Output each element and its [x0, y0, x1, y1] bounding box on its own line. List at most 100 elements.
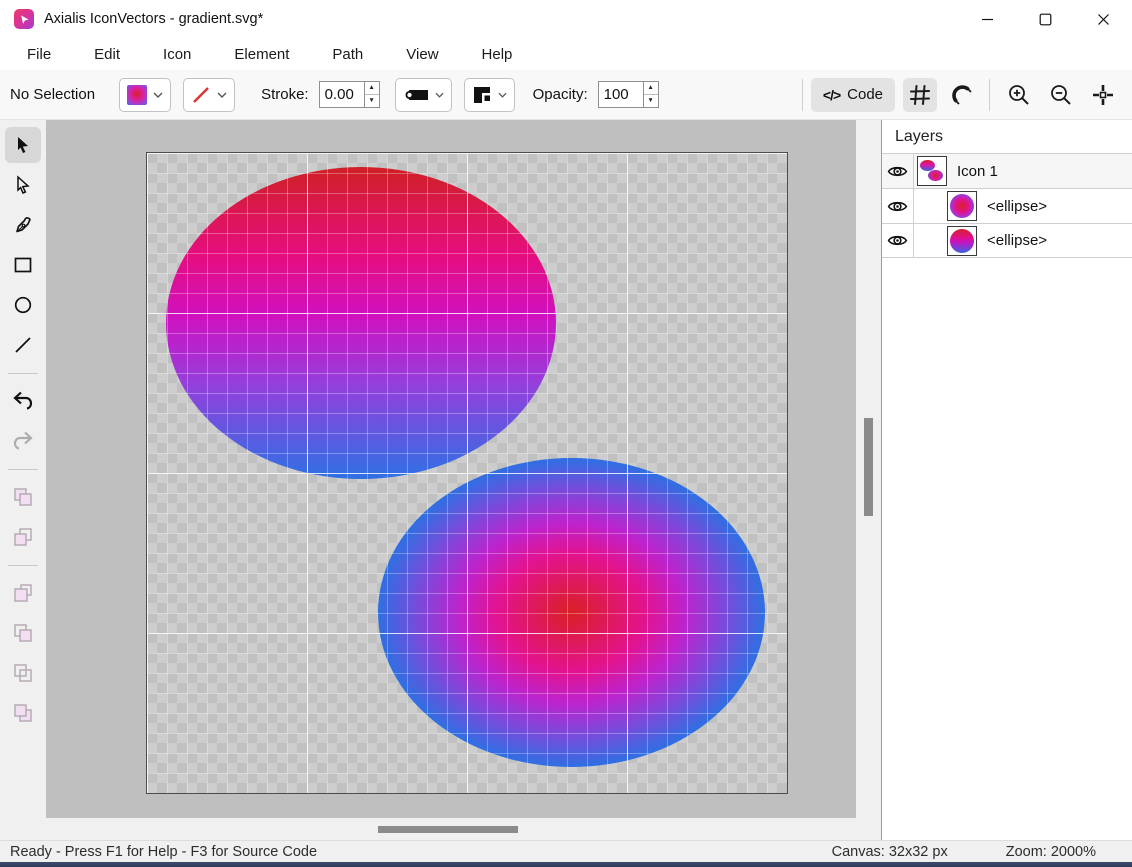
select-arrow-icon [13, 135, 33, 155]
title-bar: Axialis IconVectors - gradient.svg* [0, 0, 1132, 38]
chevron-down-icon [498, 92, 507, 98]
tool-pen-button[interactable] [5, 207, 41, 243]
pen-icon [13, 215, 33, 235]
undo-button[interactable] [5, 383, 41, 419]
group-button[interactable] [5, 479, 41, 515]
bring-forward-button[interactable] [5, 615, 41, 651]
visibility-toggle[interactable] [882, 196, 913, 217]
menu-file[interactable]: File [12, 41, 66, 68]
status-zoom-level: Zoom: 2000% [1006, 844, 1096, 860]
close-button[interactable] [1074, 0, 1132, 38]
tool-direct-select-button[interactable] [5, 167, 41, 203]
redo-button[interactable] [5, 423, 41, 459]
ungroup-icon [12, 526, 34, 548]
palette-separator [8, 565, 38, 566]
stroke-width-up-icon[interactable]: ▲ [365, 82, 379, 95]
menu-icon[interactable]: Icon [148, 41, 206, 68]
opacity-up-icon[interactable]: ▲ [644, 82, 658, 95]
zoom-out-button[interactable] [1046, 78, 1076, 112]
horizontal-scrollbar-thumb[interactable] [378, 826, 518, 833]
visibility-toggle[interactable] [882, 161, 913, 182]
eye-icon [887, 196, 908, 217]
tool-ellipse-button[interactable] [5, 287, 41, 323]
tool-palette [0, 120, 46, 840]
line-cap-icon [403, 86, 429, 104]
vertical-scrollbar[interactable] [856, 120, 881, 818]
line-join-icon [472, 85, 492, 105]
magnet-icon [950, 83, 974, 107]
send-backward-icon [12, 662, 34, 684]
palette-separator [8, 469, 38, 470]
opacity-input[interactable] [599, 82, 643, 107]
tool-rectangle-button[interactable] [5, 247, 41, 283]
center-crosshair-icon [1091, 83, 1115, 107]
menu-view[interactable]: View [391, 41, 453, 68]
zoom-in-icon [1007, 83, 1031, 107]
tool-select-button[interactable] [5, 127, 41, 163]
line-cap-dropdown[interactable] [395, 78, 452, 112]
ellipse-shape-linear-gradient[interactable] [166, 167, 556, 479]
send-backward-button[interactable] [5, 655, 41, 691]
grid-toggle-button[interactable] [903, 78, 937, 112]
grid-icon [909, 84, 931, 106]
horizontal-scrollbar[interactable] [46, 818, 856, 840]
vertical-scrollbar-thumb[interactable] [864, 418, 873, 516]
layer-thumbnail [947, 226, 977, 256]
center-view-button[interactable] [1088, 78, 1118, 112]
rectangle-icon [13, 255, 33, 275]
code-view-button[interactable]: </> Code [811, 78, 895, 112]
ungroup-button[interactable] [5, 519, 41, 555]
code-icon: </> [823, 87, 840, 103]
send-to-back-button[interactable] [5, 695, 41, 731]
layer-row-icon1[interactable]: Icon 1 [882, 153, 1132, 188]
line-join-dropdown[interactable] [464, 78, 515, 112]
minimize-button[interactable] [958, 0, 1016, 38]
menu-edit[interactable]: Edit [79, 41, 135, 68]
stroke-width-label: Stroke: [261, 86, 309, 103]
stroke-width-input[interactable] [320, 82, 364, 107]
opacity-spinner[interactable]: ▲ ▼ [598, 81, 659, 108]
stroke-color-dropdown[interactable] [183, 78, 235, 112]
layer-name[interactable]: Icon 1 [957, 163, 998, 180]
layer-name[interactable]: <ellipse> [987, 198, 1047, 215]
layer-name[interactable]: <ellipse> [987, 232, 1047, 249]
window-bottom-edge [0, 862, 1132, 867]
undo-icon [12, 390, 34, 412]
layer-row-ellipse-radial[interactable]: <ellipse> [882, 188, 1132, 223]
chevron-down-icon [435, 92, 444, 98]
palette-separator [8, 373, 38, 374]
bring-to-front-button[interactable] [5, 575, 41, 611]
opacity-down-icon[interactable]: ▼ [644, 95, 658, 107]
status-canvas-size: Canvas: 32x32 px [832, 844, 948, 860]
bring-forward-icon [12, 622, 34, 644]
fill-color-dropdown[interactable] [119, 78, 171, 112]
maximize-button[interactable] [1016, 0, 1074, 38]
opacity-label: Opacity: [533, 86, 588, 103]
ellipse-icon [13, 295, 33, 315]
ellipse-shape-radial-gradient[interactable] [378, 458, 765, 767]
selection-status: No Selection [10, 86, 95, 103]
redo-icon [12, 430, 34, 452]
stroke-width-spinner[interactable]: ▲ ▼ [319, 81, 380, 108]
eye-icon [887, 230, 908, 251]
snap-magnet-button[interactable] [947, 78, 977, 112]
app-logo-icon [14, 9, 34, 29]
zoom-in-button[interactable] [1004, 78, 1034, 112]
drawing-canvas[interactable] [146, 152, 788, 794]
stroke-width-down-icon[interactable]: ▼ [365, 95, 379, 107]
toolbar-separator [989, 79, 990, 111]
menu-element[interactable]: Element [219, 41, 304, 68]
stroke-swatch-icon [191, 85, 211, 105]
eye-icon [887, 161, 908, 182]
layer-row-ellipse-linear[interactable]: <ellipse> [882, 223, 1132, 258]
toolbar-separator [802, 79, 803, 111]
menu-help[interactable]: Help [467, 41, 528, 68]
app-window: Axialis IconVectors - gradient.svg* File… [0, 0, 1132, 867]
menu-bar: File Edit Icon Element Path View Help [0, 38, 1132, 70]
visibility-toggle[interactable] [882, 230, 913, 251]
status-bar: Ready - Press F1 for Help - F3 for Sourc… [0, 840, 1132, 862]
tool-line-button[interactable] [5, 327, 41, 363]
line-icon [13, 335, 33, 355]
canvas-viewport[interactable] [46, 120, 881, 840]
menu-path[interactable]: Path [317, 41, 378, 68]
